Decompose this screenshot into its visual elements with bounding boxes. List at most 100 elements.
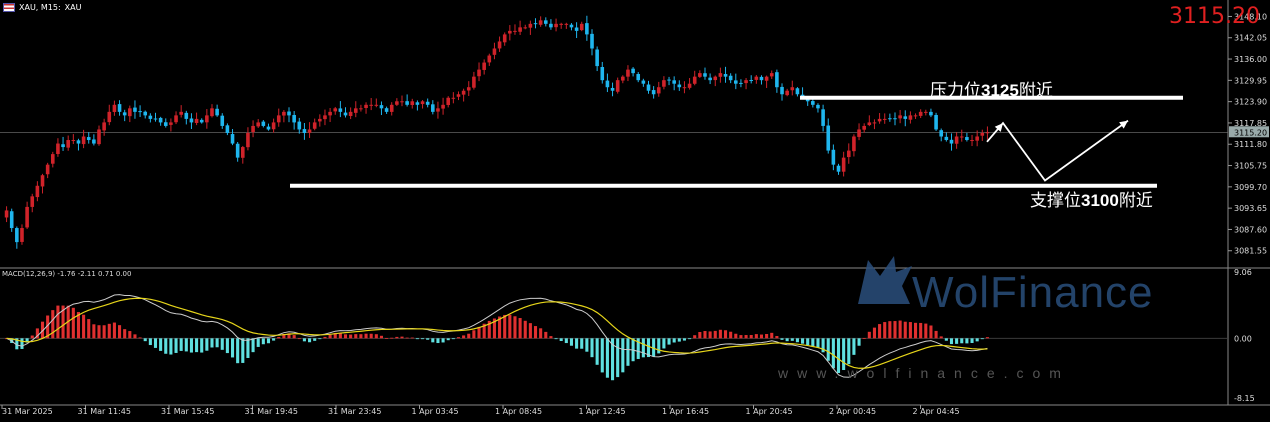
- macd-histogram-bar: [97, 325, 101, 339]
- macd-histogram-bar: [395, 336, 399, 339]
- candle-body: [965, 137, 969, 141]
- watermark-url: www.wolfinance.com: [778, 365, 1070, 381]
- candle-body: [451, 97, 456, 99]
- macd-histogram-bar: [708, 331, 712, 339]
- macd-histogram-bar: [693, 335, 697, 339]
- watermark-brand: WolFinance: [912, 268, 1154, 317]
- macd-histogram-bar: [985, 337, 989, 339]
- candle-body: [780, 86, 784, 95]
- x-tick-label: 1 Apr 03:45: [412, 407, 459, 416]
- macd-histogram-bar: [595, 338, 599, 365]
- candle-body: [20, 228, 24, 242]
- macd-histogram-bar: [256, 338, 260, 347]
- macd-histogram-bar: [585, 338, 589, 352]
- candle-body: [30, 196, 35, 207]
- candle-body: [744, 80, 748, 84]
- candle-body: [713, 76, 718, 81]
- candle-body: [25, 206, 29, 228]
- candle-body: [918, 111, 923, 116]
- symbol-label: XAU, M15:: [19, 3, 61, 12]
- candle-body: [513, 30, 517, 32]
- y-tick-label: 3099.70: [1234, 183, 1267, 192]
- macd-histogram-bar: [549, 336, 553, 339]
- macd-histogram-bar: [795, 338, 799, 343]
- symbol-description: XAU: [64, 3, 82, 12]
- macd-histogram-bar: [92, 324, 96, 339]
- candle-body: [81, 136, 86, 145]
- macd-histogram-bar: [811, 338, 815, 347]
- candle-body: [543, 20, 548, 24]
- candle-body: [210, 108, 214, 117]
- candle-body: [271, 122, 276, 130]
- macd-histogram-bar: [688, 338, 692, 340]
- x-tick-label: 1 Apr 16:45: [662, 407, 709, 416]
- resistance-value: 3125: [981, 81, 1019, 100]
- candle-body: [698, 73, 702, 77]
- resistance-prefix: 压力位: [930, 81, 981, 101]
- macd-histogram-bar: [71, 307, 75, 339]
- candle-body: [610, 87, 615, 91]
- macd-histogram-bar: [759, 334, 764, 339]
- macd-histogram-bar: [159, 338, 163, 351]
- macd-histogram-bar: [806, 338, 810, 346]
- candle-body: [908, 115, 913, 120]
- macd-histogram-bar: [261, 338, 265, 345]
- macd-histogram-bar: [297, 338, 301, 340]
- candle-body: [35, 185, 40, 198]
- candle-body: [939, 130, 944, 137]
- candle-body: [9, 211, 14, 229]
- macd-histogram-bar: [775, 335, 779, 339]
- macd-histogram-bar: [867, 331, 871, 339]
- candle-body: [143, 111, 148, 116]
- wolf-logo-icon: [858, 256, 912, 304]
- macd-histogram-bar: [205, 338, 209, 351]
- macd-histogram-bar: [359, 334, 363, 339]
- candle-body: [256, 122, 261, 127]
- candle-body: [769, 73, 774, 77]
- candle-body: [333, 108, 338, 112]
- macd-histogram-bar: [313, 338, 317, 341]
- macd-histogram-bar: [924, 323, 928, 339]
- macd-histogram-bar: [765, 333, 769, 339]
- macd-histogram-bar: [354, 334, 358, 339]
- candle-body: [15, 228, 19, 243]
- macd-histogram-bar: [718, 329, 722, 339]
- macd-histogram-bar: [960, 338, 964, 344]
- macd-histogram-bar: [107, 323, 111, 339]
- macd-histogram-bar: [374, 334, 378, 339]
- macd-histogram-bar: [862, 338, 866, 339]
- candle-body: [405, 101, 409, 105]
- candle-body: [775, 72, 779, 88]
- candle-body: [924, 111, 928, 113]
- candle-body: [292, 115, 296, 123]
- candle-body: [929, 111, 933, 116]
- macd-histogram-bar: [241, 338, 245, 363]
- y-tick-label: 3081.55: [1234, 247, 1267, 256]
- candle-body: [50, 154, 55, 164]
- macd-histogram-bar: [641, 338, 645, 358]
- macd-histogram-bar: [903, 321, 907, 339]
- candle-body: [549, 23, 553, 28]
- candle-body: [122, 112, 127, 116]
- macd-histogram-bar: [390, 337, 394, 339]
- macd-histogram-bar: [888, 321, 892, 339]
- candle-body: [456, 94, 461, 97]
- macd-histogram-bar: [518, 318, 522, 339]
- candle-body: [600, 67, 605, 81]
- candle-body: [621, 76, 625, 81]
- candle-body: [128, 108, 132, 117]
- candle-body: [112, 104, 117, 112]
- candle-body: [158, 117, 163, 123]
- candle-body: [831, 149, 836, 165]
- candle-body: [194, 118, 199, 123]
- macd-histogram-bar: [734, 333, 738, 339]
- candle-body: [502, 34, 507, 43]
- macd-histogram-bar: [30, 335, 34, 339]
- macd-histogram-bar: [446, 338, 450, 341]
- macd-histogram-bar: [467, 333, 471, 339]
- macd-histogram-bar: [328, 334, 332, 339]
- candle-body: [220, 115, 225, 126]
- candle-body: [107, 111, 112, 123]
- candle-body: [276, 115, 281, 123]
- candle-body: [40, 175, 45, 187]
